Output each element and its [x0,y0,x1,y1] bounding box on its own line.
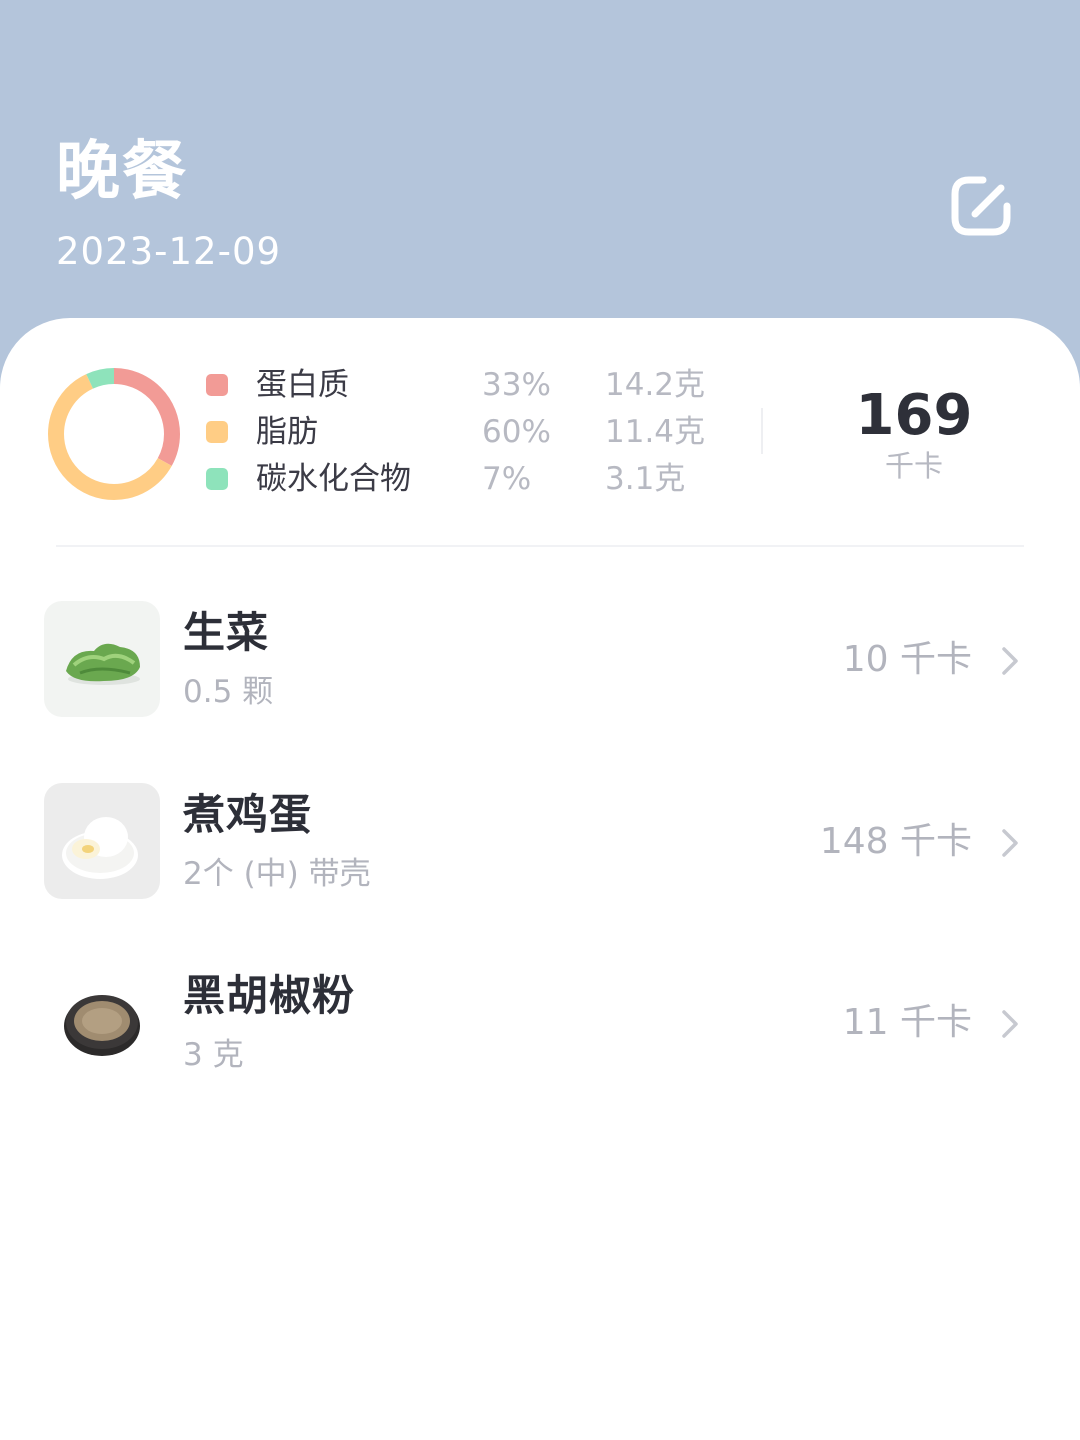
food-calories: 11 千卡 [842,1002,972,1043]
carbs-color-dot [206,468,228,490]
chevron-right-icon [1002,647,1018,675]
edit-icon [951,176,1011,236]
food-portion: 3 克 [183,1037,244,1073]
food-item-black-pepper[interactable]: 黑胡椒粉 3 克 11 千卡 [0,964,1080,1114]
boiled-egg-image [44,783,160,899]
chevron-right-icon [1002,829,1018,857]
food-portion: 0.5 颗 [183,674,274,710]
macro-amount: 14.2克 [605,367,706,403]
fat-color-dot [206,421,228,443]
total-calories-unit: 千卡 [884,449,943,483]
food-name: 煮鸡蛋 [183,790,313,839]
macro-name: 碳水化合物 [256,461,411,497]
macro-percent: 60% [482,414,551,450]
summary-divider [761,408,763,454]
food-calories: 10 千卡 [842,639,972,680]
macro-percent: 7% [482,461,532,497]
macro-row-carbs: 碳水化合物 7% 3.1克 [0,456,740,502]
edit-button[interactable] [945,170,1017,242]
lettuce-image [44,601,160,717]
black-pepper-image [44,964,160,1080]
food-calories: 148 千卡 [819,821,972,862]
meal-title: 晚餐 [56,135,188,209]
protein-color-dot [206,374,228,396]
food-portion: 2个 (中) 带壳 [183,856,371,892]
food-name: 黑胡椒粉 [183,971,356,1020]
chevron-right-icon [1002,1010,1018,1038]
total-calories: 169 [855,383,973,448]
macro-row-protein: 蛋白质 33% 14.2克 [0,362,740,408]
meal-header: 晚餐 2023-12-09 [0,0,1080,330]
macro-name: 脂肪 [256,414,318,450]
macro-percent: 33% [482,367,551,403]
section-divider [56,545,1024,547]
meal-date: 2023-12-09 [56,230,282,273]
macro-amount: 11.4克 [605,414,706,450]
macro-row-fat: 脂肪 60% 11.4克 [0,409,740,455]
food-item-boiled-egg[interactable]: 煮鸡蛋 2个 (中) 带壳 148 千卡 [0,783,1080,933]
macro-name: 蛋白质 [256,367,349,403]
food-name: 生菜 [183,608,270,657]
food-item-lettuce[interactable]: 生菜 0.5 颗 10 千卡 [0,601,1080,751]
macro-amount: 3.1克 [605,461,686,497]
